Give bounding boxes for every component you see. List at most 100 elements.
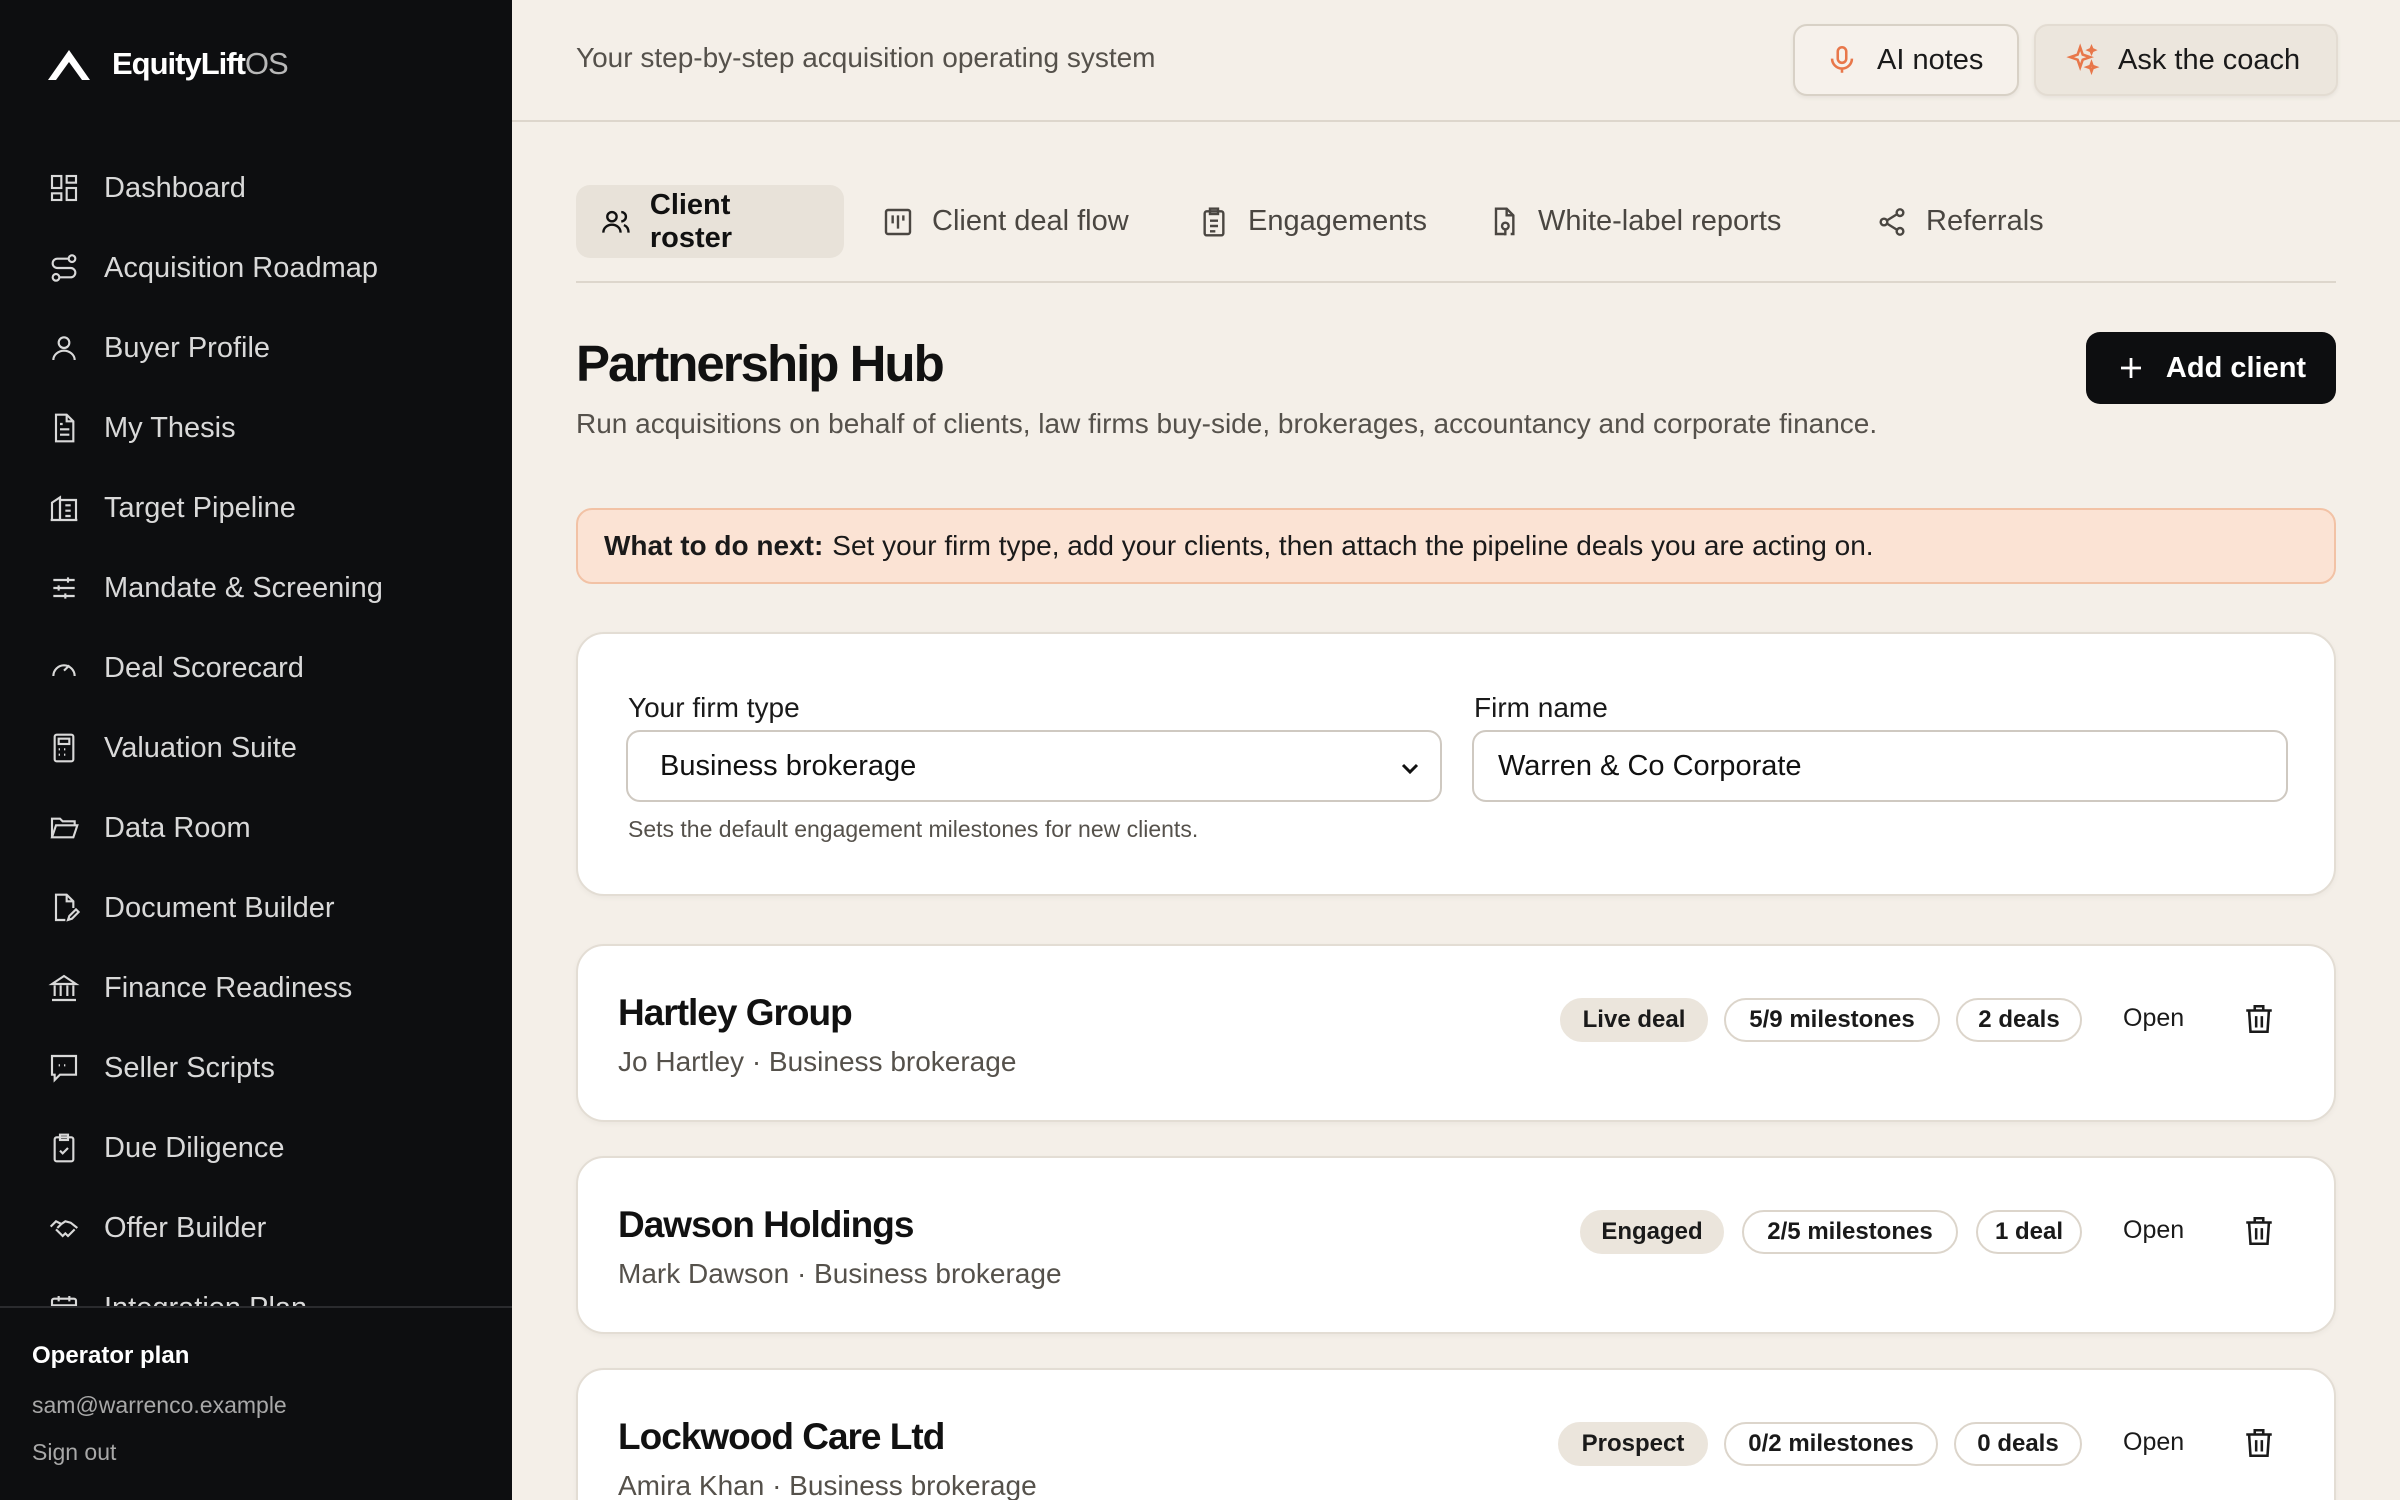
page-title: Partnership Hub: [576, 335, 945, 392]
firm-name-input[interactable]: Warren & Co Corporate: [1472, 730, 2288, 802]
sidebar-item-valuation-suite[interactable]: Valuation Suite: [0, 708, 512, 788]
sidebar-item-seller-scripts[interactable]: Seller Scripts: [0, 1028, 512, 1108]
ask-coach-label: Ask the coach: [2118, 43, 2301, 76]
client-name: Hartley Group: [618, 992, 853, 1033]
building-icon: [50, 495, 78, 522]
microphone-icon: [1830, 45, 1854, 73]
firm-type-select[interactable]: Business brokerage: [626, 730, 1442, 802]
client-row[interactable]: Hartley Group Jo Hartley · Business brok…: [576, 944, 2336, 1122]
client-row[interactable]: Lockwood Care Ltd Amira Khan · Business …: [576, 1368, 2336, 1500]
app-tagline: Your step-by-step acquisition operating …: [576, 42, 1156, 73]
sidebar-item-target-pipeline[interactable]: Target Pipeline: [0, 468, 512, 548]
sidebar-item-label: Acquisition Roadmap: [104, 251, 379, 284]
tab-engagements[interactable]: Engagements: [1174, 185, 1451, 258]
folder-icon: [50, 817, 79, 839]
trash-icon[interactable]: [2242, 1214, 2276, 1248]
add-client-label: Add client: [2165, 351, 2307, 384]
sidebar-item-my-thesis[interactable]: My Thesis: [0, 388, 512, 468]
sidebar-item-label: Offer Builder: [104, 1211, 267, 1244]
tab-white-label-reports[interactable]: White-label reports: [1464, 185, 1805, 258]
trash-icon[interactable]: [2242, 1426, 2276, 1460]
status-badge: Engaged: [1580, 1210, 1724, 1254]
brand-name: EquityLift: [112, 46, 246, 81]
sidebar-item-integration-plan[interactable]: Integration Plan: [0, 1268, 512, 1306]
sidebar-item-acquisition-roadmap[interactable]: Acquisition Roadmap: [0, 228, 512, 308]
tab-label: Client roster: [649, 188, 733, 254]
open-client-link[interactable]: Open: [2123, 1428, 2184, 1457]
sliders-icon: [53, 577, 75, 599]
client-name: Dawson Holdings: [618, 1204, 914, 1245]
next-step-banner: What to do next: Set your firm type, add…: [576, 508, 2336, 584]
user-icon: [52, 336, 76, 361]
page-description: Run acquisitions on behalf of clients, l…: [576, 408, 1878, 439]
tab-client-roster[interactable]: Client roster: [576, 185, 844, 258]
logo-icon: [48, 50, 90, 80]
chevron-down-icon: [1401, 763, 1419, 775]
document-icon: [54, 413, 75, 443]
sidebar-item-label: Deal Scorecard: [104, 651, 304, 684]
firm-type-label: Your firm type: [628, 692, 800, 723]
milestones-badge: 2/5 milestones: [1742, 1210, 1958, 1254]
brand-suffix: OS: [244, 46, 289, 81]
kanban-icon: [884, 208, 912, 235]
account-email: sam@warrenco.example: [32, 1392, 287, 1418]
deals-badge: 2 deals: [1956, 998, 2082, 1042]
status-badge: Live deal: [1560, 998, 1708, 1042]
sidebar-nav: Dashboard Acquisition Roadmap Buyer Prof…: [0, 148, 512, 1306]
sidebar-item-deal-scorecard[interactable]: Deal Scorecard: [0, 628, 512, 708]
tab-client-deal-flow[interactable]: Client deal flow: [858, 185, 1153, 258]
sidebar-item-label: Buyer Profile: [104, 331, 271, 364]
dashboard-icon: [50, 174, 78, 202]
topbar: Your step-by-step acquisition operating …: [512, 0, 2400, 122]
tab-label: Client deal flow: [932, 205, 1129, 237]
bank-icon: [48, 974, 80, 1002]
client-row[interactable]: Dawson Holdings Mark Dawson · Business b…: [576, 1156, 2336, 1334]
calendar-icon: [50, 1296, 78, 1306]
sidebar-item-label: Dashboard: [104, 171, 246, 204]
client-contact: Mark Dawson · Business brokerage: [618, 1258, 1062, 1289]
sidebar-item-label: Due Diligence: [104, 1131, 285, 1164]
brand-logo[interactable]: EquityLift OS: [44, 42, 289, 86]
firm-name-value: Warren & Co Corporate: [1498, 749, 1802, 782]
milestones-badge: 5/9 milestones: [1724, 998, 1940, 1042]
open-client-link[interactable]: Open: [2123, 1216, 2184, 1245]
sidebar-item-document-builder[interactable]: Document Builder: [0, 868, 512, 948]
trash-icon[interactable]: [2242, 1002, 2276, 1036]
sidebar-item-label: Data Room: [104, 811, 251, 844]
sidebar-item-label: Integration Plan: [104, 1292, 307, 1307]
chat-square-icon: [50, 1054, 78, 1083]
add-client-button[interactable]: Add client: [2086, 332, 2336, 404]
open-client-link[interactable]: Open: [2123, 1004, 2184, 1033]
share-icon: [1879, 207, 1905, 236]
file-report-icon: [1494, 206, 1515, 235]
route-icon: [51, 254, 77, 282]
sidebar-item-label: Seller Scripts: [104, 1051, 275, 1084]
sidebar-item-dashboard[interactable]: Dashboard: [0, 148, 512, 228]
firm-name-label: Firm name: [1474, 692, 1608, 723]
sidebar-item-mandate-screening[interactable]: Mandate & Screening: [0, 548, 512, 628]
tab-label: Referrals: [1926, 205, 2044, 237]
sidebar-item-buyer-profile[interactable]: Buyer Profile: [0, 308, 512, 388]
client-contact: Amira Khan · Business brokerage: [618, 1470, 1037, 1500]
sidebar-item-due-diligence[interactable]: Due Diligence: [0, 1108, 512, 1188]
sidebar-item-label: My Thesis: [104, 411, 236, 444]
sidebar-item-data-room[interactable]: Data Room: [0, 788, 512, 868]
milestones-badge: 0/2 milestones: [1724, 1422, 1938, 1466]
sparkle-icon: [2066, 43, 2100, 76]
calculator-icon: [53, 733, 75, 763]
sidebar-item-offer-builder[interactable]: Offer Builder: [0, 1188, 512, 1268]
tab-label: Engagements: [1248, 205, 1427, 237]
clipboard-icon: [1203, 206, 1225, 237]
ai-notes-button[interactable]: AI notes: [1793, 24, 2019, 96]
users-icon: [602, 210, 630, 233]
sidebar-item-finance-readiness[interactable]: Finance Readiness: [0, 948, 512, 1028]
status-badge: Prospect: [1558, 1422, 1708, 1466]
gauge-icon: [52, 664, 76, 677]
sidebar-item-label: Document Builder: [104, 891, 335, 924]
tab-referrals[interactable]: Referrals: [1852, 185, 2068, 258]
handshake-icon: [49, 1220, 78, 1238]
sign-out-link[interactable]: Sign out: [32, 1439, 512, 1466]
sidebar-item-label: Mandate & Screening: [104, 571, 383, 604]
ask-coach-button[interactable]: Ask the coach: [2034, 24, 2338, 96]
sidebar-item-label: Target Pipeline: [104, 491, 296, 524]
